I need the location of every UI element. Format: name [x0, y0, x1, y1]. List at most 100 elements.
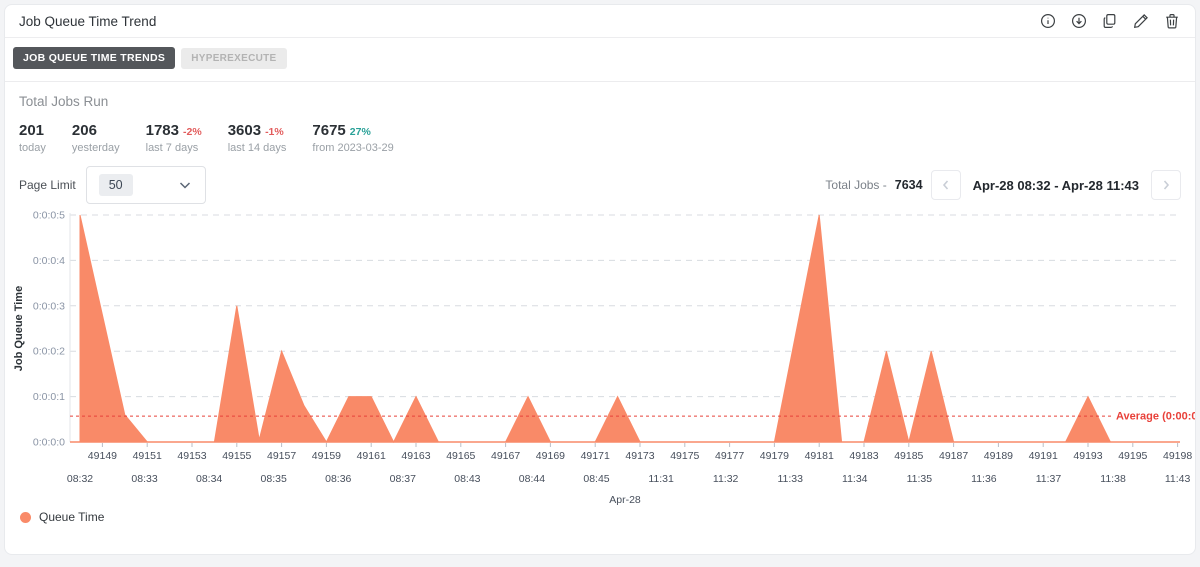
svg-text:49181: 49181 — [805, 450, 834, 462]
svg-text:08:35: 08:35 — [261, 473, 287, 485]
svg-text:Apr-28: Apr-28 — [609, 494, 641, 506]
svg-text:11:36: 11:36 — [971, 473, 997, 485]
stat-label: yesterday — [71, 142, 120, 154]
chevron-down-icon — [177, 177, 193, 193]
chevron-right-icon — [1163, 180, 1170, 190]
svg-text:0:0:0:5: 0:0:0:5 — [33, 210, 65, 222]
stat-label: last 14 days — [227, 142, 287, 154]
stat-today: 201 today — [19, 122, 46, 154]
stat-label: from 2023-03-29 — [312, 142, 394, 154]
svg-text:11:35: 11:35 — [907, 473, 933, 485]
svg-text:49179: 49179 — [760, 450, 789, 462]
svg-text:11:34: 11:34 — [842, 473, 868, 485]
total-jobs-value: 7634 — [894, 178, 923, 192]
chart-canvas: 0:0:0:0 0:0:0:1 0:0:0:2 0:0:0:3 0:0:0:4 0:0:0… — [13, 210, 1195, 507]
svg-text:49169: 49169 — [536, 450, 565, 462]
stats-row: 201 today 206 yesterday 1783 -2% last 7 … — [19, 122, 1181, 154]
chevron-left-icon — [942, 180, 948, 190]
svg-text:11:31: 11:31 — [648, 473, 674, 485]
svg-text:08:36: 08:36 — [325, 473, 351, 485]
svg-text:49195: 49195 — [1118, 450, 1147, 462]
tab-bar: JOB QUEUE TIME TRENDS HYPEREXECUTE — [5, 38, 1195, 82]
svg-text:49185: 49185 — [894, 450, 923, 462]
stat-change: -1% — [265, 126, 284, 138]
svg-text:08:34: 08:34 — [196, 473, 222, 485]
legend-label[interactable]: Queue Time — [39, 510, 104, 524]
svg-text:49165: 49165 — [446, 450, 475, 462]
svg-text:11:38: 11:38 — [1100, 473, 1126, 485]
svg-text:08:33: 08:33 — [131, 473, 157, 485]
svg-text:11:43: 11:43 — [1165, 473, 1191, 485]
widget-card: Job Queue Time Trend JOB QUEUE TIME TREN… — [4, 4, 1196, 555]
svg-text:49198: 49198 — [1163, 450, 1192, 462]
svg-text:49173: 49173 — [625, 450, 654, 462]
info-icon[interactable] — [1039, 12, 1057, 30]
tab-job-queue-time-trends[interactable]: JOB QUEUE TIME TRENDS — [13, 47, 176, 69]
svg-text:49167: 49167 — [491, 450, 520, 462]
svg-text:11:32: 11:32 — [713, 473, 739, 485]
page-limit-value: 50 — [98, 174, 133, 196]
svg-text:49175: 49175 — [670, 450, 699, 462]
page-limit-label: Page Limit — [19, 178, 76, 192]
svg-text:49189: 49189 — [984, 450, 1013, 462]
svg-text:11:33: 11:33 — [777, 473, 803, 485]
download-icon[interactable] — [1070, 12, 1088, 30]
stat-yesterday: 206 yesterday — [72, 122, 120, 154]
svg-text:49161: 49161 — [357, 450, 386, 462]
stat-change: 27% — [349, 126, 371, 138]
svg-text:0:0:0:3: 0:0:0:3 — [33, 300, 65, 312]
svg-text:49183: 49183 — [849, 450, 878, 462]
svg-text:11:37: 11:37 — [1036, 473, 1062, 485]
svg-text:49187: 49187 — [939, 450, 968, 462]
stat-last-14-days: 3603 -1% last 14 days — [228, 122, 287, 154]
svg-text:49163: 49163 — [401, 450, 430, 462]
svg-text:49177: 49177 — [715, 450, 744, 462]
svg-text:08:32: 08:32 — [67, 473, 93, 485]
next-page-button[interactable] — [1151, 170, 1181, 200]
svg-text:49191: 49191 — [1029, 450, 1058, 462]
stats-title: Total Jobs Run — [19, 94, 109, 109]
svg-text:49193: 49193 — [1073, 450, 1102, 462]
page-limit-select[interactable]: 50 — [85, 166, 206, 204]
queue-time-chart: 0:0:0:0 0:0:0:1 0:0:0:2 0:0:0:3 0:0:0:4 0:0:0… — [5, 204, 1195, 507]
svg-text:08:45: 08:45 — [583, 473, 609, 485]
svg-text:08:43: 08:43 — [454, 473, 480, 485]
stat-from-date: 7675 27% from 2023-03-29 — [312, 122, 393, 154]
svg-text:49155: 49155 — [222, 450, 251, 462]
page-title: Job Queue Time Trend — [19, 13, 157, 29]
stat-value: 3603 — [227, 122, 262, 139]
svg-text:08:44: 08:44 — [519, 473, 545, 485]
prev-page-button[interactable] — [930, 170, 961, 200]
svg-text:49171: 49171 — [581, 450, 610, 462]
svg-text:0:0:0:4: 0:0:0:4 — [33, 255, 65, 267]
svg-text:0:0:0:1: 0:0:0:1 — [33, 391, 65, 403]
svg-text:0:0:0:0: 0:0:0:0 — [33, 437, 65, 449]
stat-value: 206 — [71, 122, 97, 139]
stat-label: today — [19, 142, 46, 154]
header-actions — [1039, 12, 1181, 30]
legend-swatch — [20, 511, 31, 523]
pagination-group: Total Jobs - 7634 Apr-28 08:32 - Apr-28 … — [825, 170, 1181, 200]
svg-text:49157: 49157 — [267, 450, 296, 462]
svg-text:49149: 49149 — [88, 450, 117, 462]
edit-icon[interactable] — [1132, 12, 1150, 30]
stat-value: 201 — [19, 122, 45, 139]
svg-text:49159: 49159 — [312, 450, 341, 462]
svg-text:49151: 49151 — [133, 450, 162, 462]
svg-text:Average (0:00:00): Average (0:00:00) — [1116, 411, 1195, 423]
svg-text:49153: 49153 — [177, 450, 206, 462]
svg-text:0:0:0:2: 0:0:0:2 — [33, 346, 65, 358]
widget-header: Job Queue Time Trend — [5, 5, 1195, 38]
stat-value: 1783 — [145, 122, 179, 139]
stat-last-7-days: 1783 -2% last 7 days — [146, 122, 202, 154]
delete-icon[interactable] — [1163, 12, 1181, 30]
stat-change: -2% — [183, 126, 202, 138]
chart-legend: Queue Time — [5, 510, 1195, 524]
date-range-label: Apr-28 08:32 - Apr-28 11:43 — [972, 177, 1139, 193]
stat-value: 7675 — [312, 122, 346, 139]
copy-icon[interactable] — [1101, 12, 1119, 30]
stat-label: last 7 days — [145, 142, 199, 154]
tab-hyperexecute[interactable]: HYPEREXECUTE — [181, 47, 287, 69]
total-jobs-label: Total Jobs - — [825, 178, 887, 192]
svg-text:08:37: 08:37 — [390, 473, 416, 485]
